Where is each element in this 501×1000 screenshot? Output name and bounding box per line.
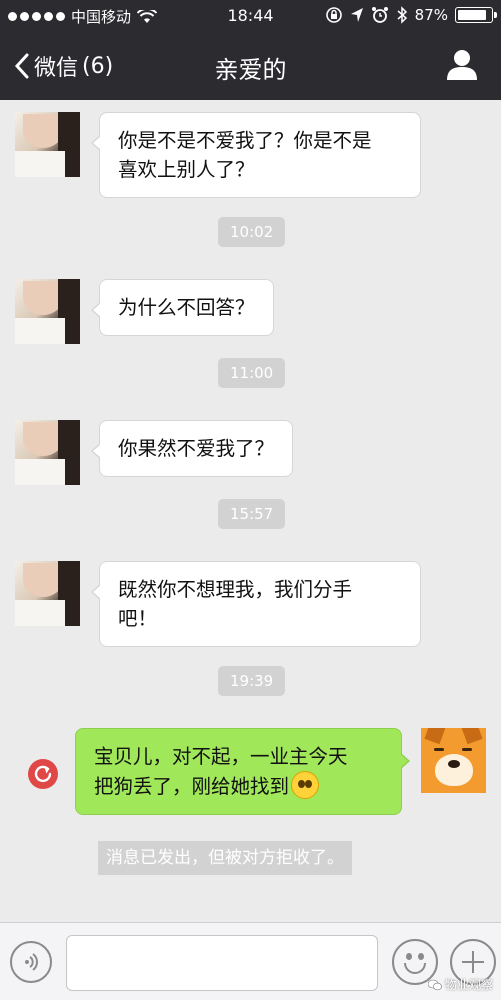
status-bar: 中国移动 18:44 87% <box>0 0 501 32</box>
message-text-line: 你是不是不爱我了？你是不是 <box>118 129 372 152</box>
message-text-line: 宝贝儿，对不起，一业主今天 <box>94 745 348 768</box>
watermark: 物业观察 <box>427 976 493 993</box>
location-icon <box>350 8 363 22</box>
battery-percent: 87% <box>414 6 448 24</box>
resend-button[interactable] <box>28 759 58 789</box>
received-message[interactable]: 你果然不爱我了？ <box>90 420 294 477</box>
sent-message[interactable]: 宝贝儿，对不起，一业主今天 把狗丢了，刚给她找到 <box>75 728 410 815</box>
nav-bar: 微信 (6) 亲爱的 <box>0 32 501 100</box>
bluetooth-icon <box>397 6 407 24</box>
timestamp: 15:57 <box>218 499 286 529</box>
timestamp: 11:00 <box>218 358 286 388</box>
my-avatar[interactable] <box>421 728 486 793</box>
received-message[interactable]: 为什么不回答？ <box>91 279 274 336</box>
contact-avatar[interactable] <box>15 279 80 344</box>
message-text-line: 吧！ <box>118 607 158 630</box>
input-bar <box>0 922 501 1000</box>
voice-input-button[interactable] <box>10 941 52 983</box>
wechat-logo-icon <box>427 979 442 990</box>
timestamp: 19:39 <box>218 666 286 696</box>
contact-avatar[interactable] <box>15 420 80 485</box>
alarm-icon <box>371 7 388 23</box>
timestamp: 10:02 <box>218 217 286 247</box>
received-message[interactable]: 既然你不想理我，我们分手 吧！ <box>91 561 421 647</box>
chat-area[interactable]: 你是不是不爱我了？你是不是 喜欢上别人了？ 10:02 为什么不回答？ 11:0… <box>0 100 501 922</box>
contact-avatar[interactable] <box>15 112 80 177</box>
message-input[interactable] <box>66 935 378 991</box>
message-text: 为什么不回答？ <box>118 296 255 319</box>
system-notice: 消息已发出，但被对方拒收了。 <box>98 841 352 875</box>
contact-profile-icon[interactable] <box>445 48 479 82</box>
voice-icon <box>25 953 38 971</box>
top-bar: 中国移动 18:44 87% 微信 (6) 亲爱的 <box>0 0 501 100</box>
chat-title: 亲爱的 <box>214 56 287 84</box>
message-text-line: 既然你不想理我，我们分手 <box>118 578 353 601</box>
received-message[interactable]: 你是不是不爱我了？你是不是 喜欢上别人了？ <box>91 112 421 198</box>
message-text: 你果然不爱我了？ <box>118 437 275 460</box>
contact-avatar[interactable] <box>15 561 80 626</box>
message-text-line: 喜欢上别人了？ <box>118 158 255 181</box>
resend-icon <box>34 765 52 783</box>
rotation-lock-icon <box>325 7 342 23</box>
message-text-line: 把狗丢了，刚给她找到 <box>94 775 290 798</box>
battery-icon <box>455 7 497 23</box>
pleading-face-emoji-icon <box>291 771 320 799</box>
status-right: 87% <box>325 6 497 24</box>
watermark-text: 物业观察 <box>444 978 493 992</box>
